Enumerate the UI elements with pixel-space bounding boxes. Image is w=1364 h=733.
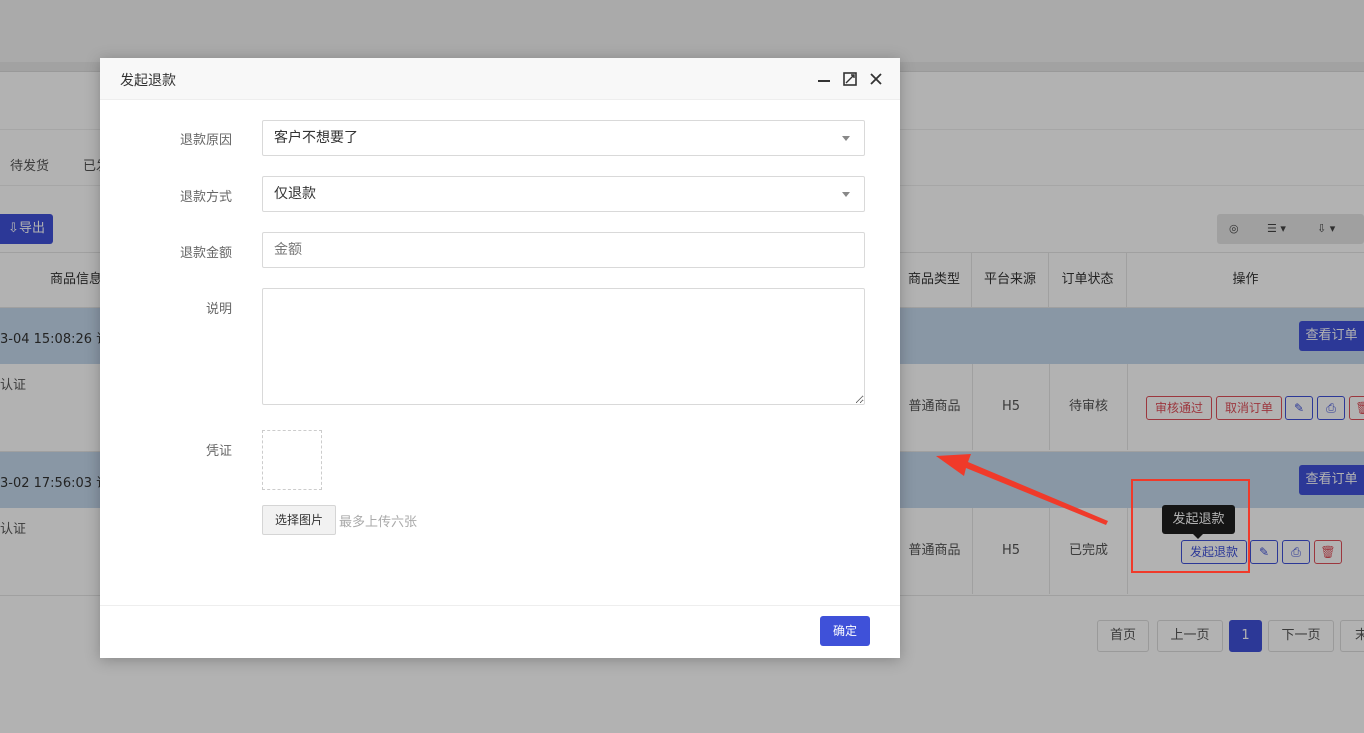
refund-reason-label: 退款原因: [179, 133, 232, 148]
refund-method-value: 仅退款: [274, 186, 316, 202]
refund-amount-input[interactable]: [262, 232, 865, 268]
note-textarea[interactable]: [262, 288, 865, 405]
refund-method-select[interactable]: 仅退款: [262, 176, 865, 212]
maximize-icon[interactable]: [842, 71, 858, 87]
voucher-label: 凭证: [205, 444, 232, 459]
minimize-icon[interactable]: [816, 71, 832, 87]
refund-reason-select[interactable]: 客户不想要了: [262, 120, 865, 156]
chevron-down-icon: [842, 136, 850, 141]
confirm-button[interactable]: 确定: [820, 616, 870, 646]
close-icon[interactable]: [868, 71, 884, 87]
image-upload-preview[interactable]: [262, 430, 322, 490]
refund-dialog: 发起退款 退款原因 客户不想要了 退款方式 仅退款 退款金额 说明 凭证 选择图…: [100, 58, 900, 658]
refund-method-label: 退款方式: [179, 190, 232, 205]
dialog-footer: 确定: [100, 605, 900, 658]
choose-image-button[interactable]: 选择图片: [262, 505, 336, 535]
upload-hint: 最多上传六张: [339, 515, 418, 530]
refund-reason-value: 客户不想要了: [274, 130, 358, 146]
refund-amount-label: 退款金额: [179, 246, 232, 261]
annotation-highlight-box: [1131, 479, 1250, 573]
dialog-title: 发起退款: [120, 73, 176, 89]
note-label: 说明: [205, 302, 232, 317]
dialog-header: 发起退款: [100, 58, 900, 100]
chevron-down-icon: [842, 192, 850, 197]
